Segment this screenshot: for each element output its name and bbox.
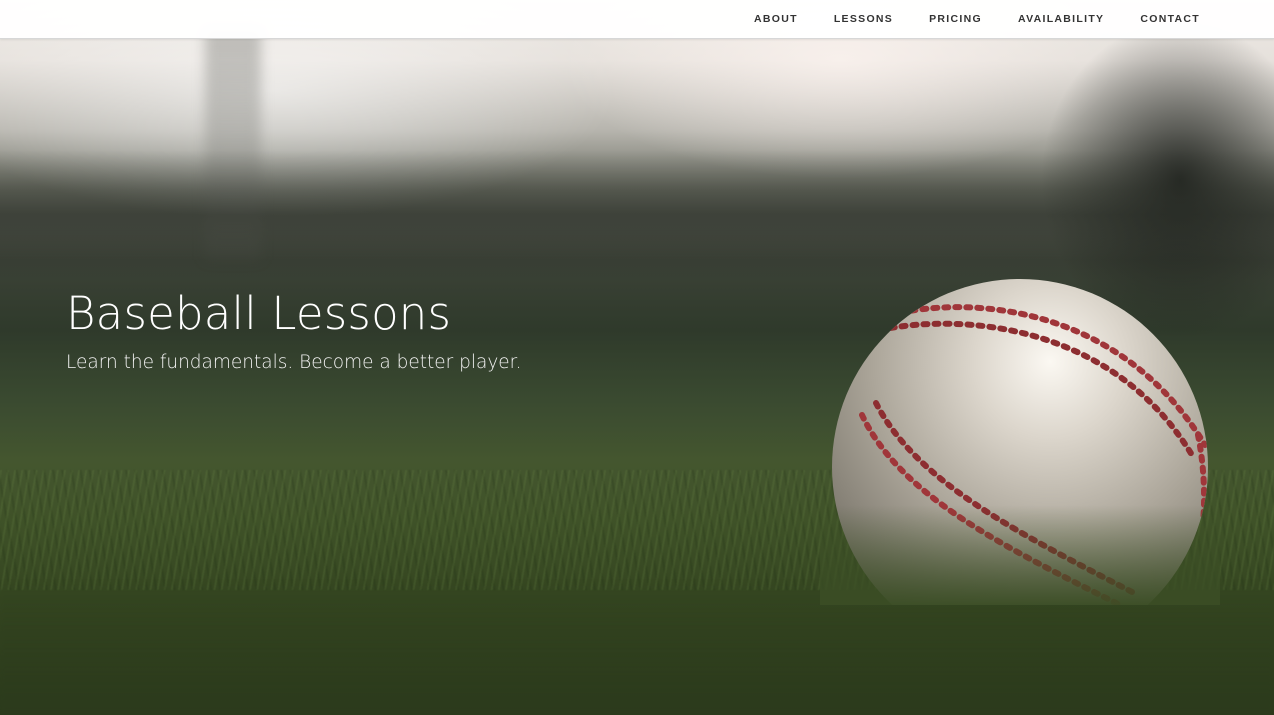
nav-link-lessons[interactable]: LESSONS	[816, 0, 911, 38]
hero-title: Baseball Lessons	[66, 287, 452, 340]
top-navigation-bar: ABOUT LESSONS PRICING AVAILABILITY CONTA…	[0, 0, 1274, 39]
page: ABOUT LESSONS PRICING AVAILABILITY CONTA…	[0, 0, 1274, 715]
nav-link-availability[interactable]: AVAILABILITY	[1000, 0, 1122, 38]
nav-link-contact[interactable]: CONTACT	[1122, 0, 1218, 38]
main-nav: ABOUT LESSONS PRICING AVAILABILITY CONTA…	[736, 0, 1218, 38]
hero-content: Baseball Lessons Learn the fundamentals.…	[66, 284, 521, 376]
nav-link-about[interactable]: ABOUT	[736, 0, 816, 38]
nav-link-pricing[interactable]: PRICING	[911, 0, 1000, 38]
baseball-image	[820, 279, 1220, 605]
hero-subtitle: Learn the fundamentals. Become a better …	[66, 352, 522, 373]
